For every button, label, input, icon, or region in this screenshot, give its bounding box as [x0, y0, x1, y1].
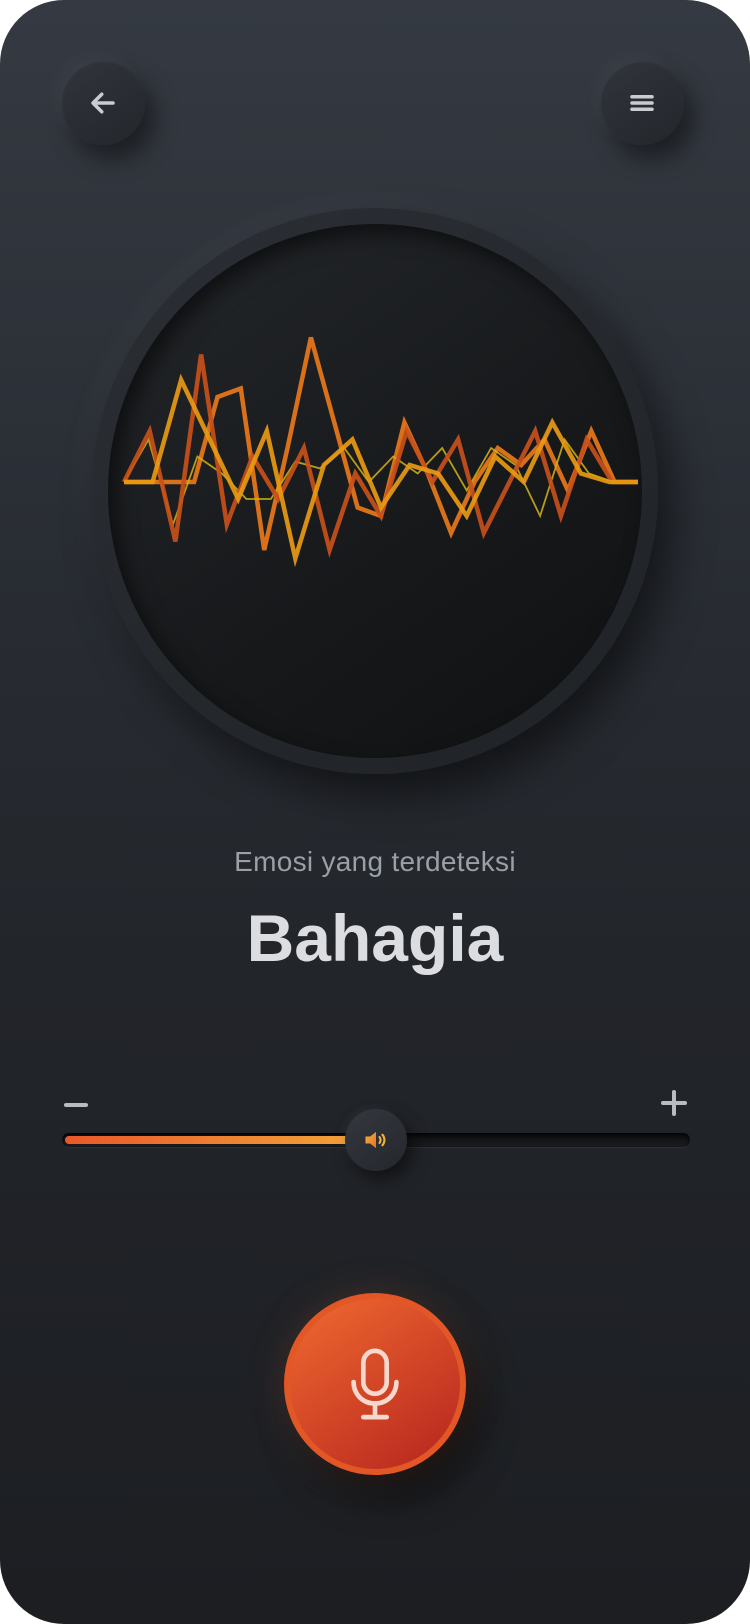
record-button[interactable]	[284, 1293, 466, 1475]
minus-icon[interactable]	[62, 1084, 92, 1114]
speaker-icon	[365, 1131, 386, 1149]
volume-slider-fill	[65, 1136, 373, 1144]
emotion-caption: Emosi yang terdeteksi	[234, 846, 516, 877]
detected-emotion: Bahagia	[246, 901, 504, 975]
microphone-icon	[351, 1348, 399, 1420]
plus-icon[interactable]	[661, 1090, 687, 1116]
hamburger-menu-icon	[630, 95, 654, 111]
app-screen: Emosi yang terdeteksi Bahagia	[0, 0, 750, 1624]
arrow-left-icon	[91, 92, 115, 114]
waveform-display	[108, 224, 642, 758]
waveform-graph	[121, 336, 638, 568]
volume-slider-thumb[interactable]	[345, 1109, 407, 1171]
waveform-visualizer	[92, 208, 658, 774]
back-button[interactable]	[61, 61, 145, 145]
menu-button[interactable]	[600, 61, 684, 145]
